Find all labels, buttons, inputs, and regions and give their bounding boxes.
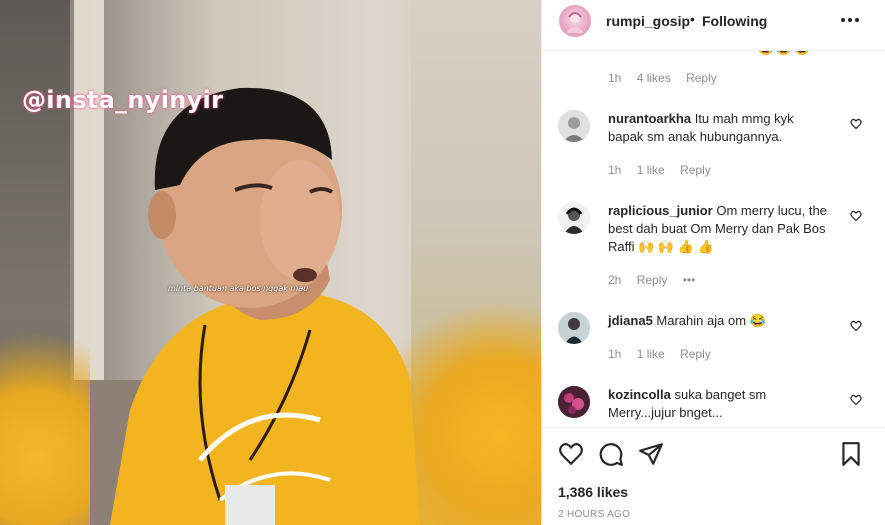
post-media[interactable]: @insta_nyinyir minta bantuan aka bos ngg… bbox=[0, 0, 541, 525]
reply-button[interactable]: Reply bbox=[637, 273, 668, 287]
post-header: rumpi_gosip • Following bbox=[542, 0, 885, 51]
comment-text: kozincolla suka banget sm Merry...jujur … bbox=[608, 386, 828, 422]
video-subtitle: minta bantuan aka bos nggak mau bbox=[168, 284, 309, 293]
comment-text: raplicious_junior Om merry lucu, the bes… bbox=[608, 202, 828, 256]
author-avatar[interactable] bbox=[559, 5, 591, 37]
likes-count[interactable]: 1,386 likes bbox=[558, 484, 628, 500]
like-comment-heart-icon[interactable] bbox=[850, 118, 862, 130]
comment-time: 1h bbox=[608, 347, 622, 361]
author-username[interactable]: rumpi_gosip bbox=[606, 13, 690, 29]
commenter-avatar[interactable] bbox=[558, 110, 590, 142]
separator-dot: • bbox=[690, 11, 695, 27]
comment-text: jdiana5 Marahin aja om 😂 bbox=[608, 312, 828, 330]
comment-time: 1h bbox=[608, 163, 622, 177]
comment-meta: 1h 1 like Reply bbox=[608, 347, 723, 361]
bookmark-icon[interactable] bbox=[838, 441, 864, 467]
posted-time[interactable]: 2 HOURS AGO bbox=[558, 509, 630, 520]
comment-meta: 2h Reply ••• bbox=[608, 273, 707, 287]
comment-likes[interactable]: 1 like bbox=[637, 347, 665, 361]
blur-left bbox=[0, 300, 90, 525]
commenter-avatar[interactable] bbox=[558, 202, 590, 234]
reply-button[interactable]: Reply bbox=[680, 163, 711, 177]
comment-text: nurantoarkha Itu mah mmg kyk bapak sm an… bbox=[608, 110, 828, 146]
comment-meta: 1h 1 like Reply bbox=[608, 163, 723, 177]
commenter-username[interactable]: jdiana5 bbox=[608, 313, 653, 328]
comment-time: 2h bbox=[608, 273, 622, 287]
commenter-avatar[interactable] bbox=[558, 312, 590, 344]
comment-body: Marahin aja om 😂 bbox=[656, 313, 766, 328]
comment-meta: 1h 4 likes Reply bbox=[608, 71, 729, 85]
commenter-username[interactable]: nurantoarkha bbox=[608, 111, 691, 126]
comment-more-options[interactable]: ••• bbox=[683, 273, 696, 287]
commenter-username[interactable]: kozincolla bbox=[608, 387, 671, 402]
comment-icon[interactable] bbox=[598, 441, 624, 467]
post-side-panel: rumpi_gosip • Following 😂 😂 😂 1h 4 likes… bbox=[541, 0, 885, 525]
comment-likes[interactable]: 1 like bbox=[637, 163, 665, 177]
like-comment-heart-icon[interactable] bbox=[850, 210, 862, 222]
watermark-text: @insta_nyinyir bbox=[22, 86, 224, 114]
send-icon[interactable] bbox=[638, 441, 664, 467]
commenter-avatar[interactable] bbox=[558, 386, 590, 418]
reply-button[interactable]: Reply bbox=[686, 71, 717, 85]
person-illustration bbox=[110, 87, 420, 525]
more-horizontal-icon[interactable] bbox=[838, 8, 862, 38]
like-comment-heart-icon[interactable] bbox=[850, 394, 862, 406]
like-comment-heart-icon[interactable] bbox=[850, 320, 862, 332]
comments-list[interactable]: 😂 😂 😂 1h 4 likes Reply nurantoarkha Itu … bbox=[542, 51, 885, 427]
post-actions-bar bbox=[542, 427, 885, 479]
comment-emoji-partial: 😂 😂 😂 bbox=[758, 51, 810, 56]
comment-time: 1h bbox=[608, 71, 622, 85]
avatar-illustration bbox=[566, 12, 584, 33]
reply-button[interactable]: Reply bbox=[680, 347, 711, 361]
commenter-username[interactable]: raplicious_junior bbox=[608, 203, 713, 218]
comment-likes[interactable]: 4 likes bbox=[637, 71, 671, 85]
heart-icon[interactable] bbox=[558, 441, 584, 467]
following-button[interactable]: Following bbox=[702, 13, 767, 29]
